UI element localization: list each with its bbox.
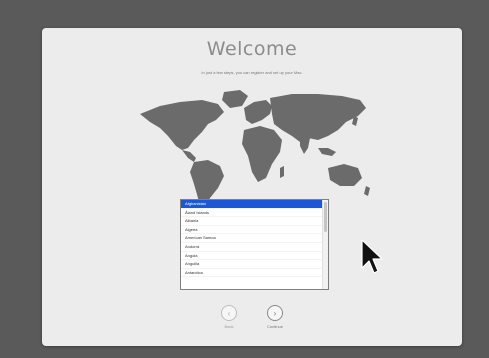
continue-label: Continue: [266, 324, 283, 329]
country-list-item[interactable]: Antarctica: [181, 269, 328, 278]
page-subtitle: In just a few steps, you can register an…: [201, 70, 303, 75]
map-india: [300, 136, 310, 154]
country-list-item[interactable]: Angola: [181, 252, 328, 261]
map-asia: [270, 94, 366, 142]
back-label: Back: [224, 324, 234, 329]
country-list-item[interactable]: Åland Islands: [181, 209, 328, 218]
page-title: Welcome: [206, 38, 298, 60]
map-africa: [242, 126, 282, 182]
world-map: [140, 90, 370, 212]
back-button[interactable]: ‹ Back: [214, 305, 244, 329]
chevron-right-icon: ›: [267, 305, 283, 321]
chevron-left-icon: ‹: [221, 305, 237, 321]
map-new-zealand: [364, 186, 370, 196]
map-europe: [244, 100, 272, 124]
country-list-item[interactable]: American Samoa: [181, 234, 328, 243]
country-list-item[interactable]: Andorra: [181, 243, 328, 252]
map-greenland: [222, 90, 248, 108]
map-australia: [328, 164, 362, 186]
country-list-item[interactable]: Afghanistan: [181, 200, 328, 209]
country-list-item[interactable]: Anguilla: [181, 260, 328, 269]
mouse-pointer-icon: [361, 239, 383, 274]
list-scrollbar-thumb[interactable]: [324, 202, 327, 232]
continue-button[interactable]: › Continue: [260, 305, 290, 329]
map-central-america: [182, 150, 196, 162]
country-list-item[interactable]: Algeria: [181, 226, 328, 235]
list-scrollbar[interactable]: [322, 200, 328, 289]
map-indonesia: [318, 148, 336, 156]
country-list-item[interactable]: Albania: [181, 217, 328, 226]
map-north-america: [140, 100, 224, 150]
map-madagascar: [280, 166, 284, 178]
country-list[interactable]: Afghanistan Åland Islands Albania Algeri…: [180, 199, 329, 290]
setup-window: Welcome In just a few steps, you can reg…: [42, 28, 462, 346]
